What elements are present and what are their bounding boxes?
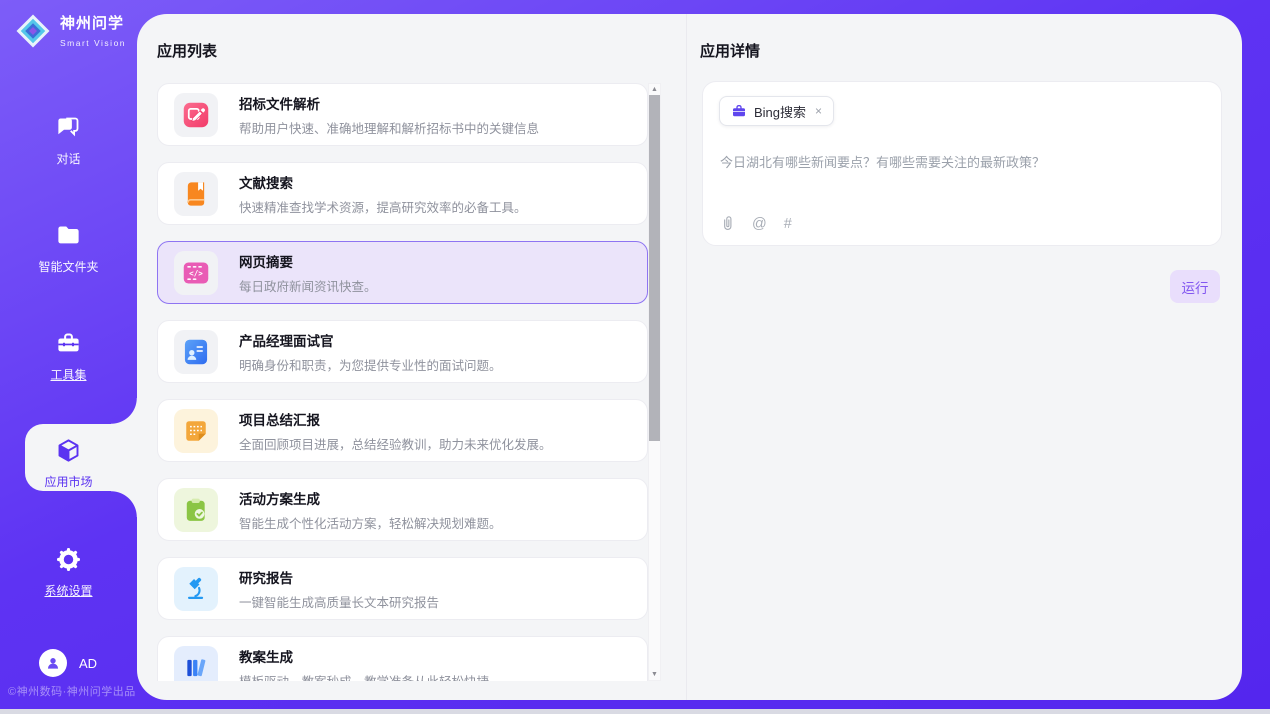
sticky-note-icon [174, 409, 218, 453]
app-card-lesson-plan[interactable]: 教案生成 模板驱动，教案秒成，教学准备从此轻松快捷 [157, 636, 648, 681]
bottom-edge-strip [0, 709, 1270, 714]
briefcase-icon [731, 103, 747, 119]
app-name: 招标文件解析 [239, 93, 539, 113]
sidebar-item-toolbox[interactable]: 工具集 [0, 330, 137, 383]
app-card-web-summary[interactable]: </> 网页摘要 每日政府新闻资讯快查。 [157, 241, 648, 304]
sidebar-item-label: 系统设置 [0, 582, 137, 599]
book-icon [174, 172, 218, 216]
tool-tag-bing-search[interactable]: Bing搜索 × [719, 96, 834, 126]
app-desc: 智能生成个性化活动方案，轻松解决规划难题。 [239, 513, 502, 532]
sidebar-item-smart-folder[interactable]: 智能文件夹 [0, 222, 137, 275]
chat-icon [55, 114, 82, 141]
gear-icon [55, 546, 82, 573]
cube-icon [55, 437, 82, 464]
app-name: 教案生成 [239, 646, 489, 666]
user-account[interactable]: AD [39, 649, 97, 677]
app-name: 研究报告 [239, 567, 439, 587]
at-icon[interactable]: @ [752, 216, 767, 232]
app-card-event-plan[interactable]: 活动方案生成 智能生成个性化活动方案，轻松解决规划难题。 [157, 478, 648, 541]
app-name: 活动方案生成 [239, 488, 502, 508]
tool-tag-label: Bing搜索 [754, 102, 806, 121]
sidebar-item-settings[interactable]: 系统设置 [0, 546, 137, 599]
brand: 神州问学 Smart Vision [13, 11, 137, 51]
paperclip-icon[interactable] [720, 215, 735, 232]
microscope-icon [174, 567, 218, 611]
app-desc: 一键智能生成高质量长文本研究报告 [239, 592, 439, 611]
clipboard-check-icon [174, 488, 218, 532]
brand-subtitle: Smart Vision [60, 38, 126, 48]
app-window: 神州问学 Smart Vision 对话 智能文件夹 [0, 0, 1270, 714]
app-name: 产品经理面试官 [239, 330, 502, 350]
toolbox-icon [55, 330, 82, 357]
app-desc: 帮助用户快速、准确地理解和解析招标书中的关键信息 [239, 118, 539, 137]
app-list: 招标文件解析 帮助用户快速、准确地理解和解析招标书中的关键信息 文献搜索 快速精… [157, 83, 648, 681]
edit-doc-icon [174, 93, 218, 137]
sidebar-item-label: 工具集 [0, 366, 137, 383]
sidebar-item-chat[interactable]: 对话 [0, 114, 137, 167]
tag-close-icon[interactable]: × [813, 104, 822, 118]
copyright-footer: ©神州数码·神州问学出品 [8, 683, 136, 699]
column-divider [686, 14, 687, 700]
app-desc: 快速精准查找学术资源，提高研究效率的必备工具。 [239, 197, 527, 216]
scrollbar-up-arrow-icon[interactable]: ▲ [649, 84, 660, 95]
app-desc: 模板驱动，教案秒成，教学准备从此轻松快捷 [239, 671, 489, 682]
user-initials: AD [79, 656, 97, 671]
app-detail-title: 应用详情 [700, 40, 760, 61]
brand-logo-icon [13, 11, 53, 51]
sidebar-item-label: 应用市场 [0, 473, 137, 490]
svg-text:</>: </> [189, 269, 203, 278]
app-card-project-summary[interactable]: 项目总结汇报 全面回顾项目进展，总结经验教训，助力未来优化发展。 [157, 399, 648, 462]
folder-icon [55, 222, 82, 249]
app-name: 网页摘要 [239, 251, 377, 271]
sidebar-item-app-market[interactable]: 应用市场 [0, 437, 137, 490]
sidebar: 神州问学 Smart Vision 对话 智能文件夹 [0, 0, 137, 714]
app-detail-card: Bing搜索 × 今日湖北有哪些新闻要点？有哪些需要关注的最新政策？ @ # [702, 81, 1222, 246]
books-icon [174, 646, 218, 682]
app-card-pm-interviewer[interactable]: 产品经理面试官 明确身份和职责，为您提供专业性的面试问题。 [157, 320, 648, 383]
scrollbar-down-arrow-icon[interactable]: ▼ [649, 669, 660, 680]
run-button[interactable]: 运行 [1170, 270, 1220, 303]
sidebar-item-label: 智能文件夹 [0, 258, 137, 275]
app-list-scrollbar[interactable]: ▲ ▼ [648, 83, 661, 681]
resume-icon [174, 330, 218, 374]
sidebar-item-label: 对话 [0, 150, 137, 167]
scrollbar-thumb[interactable] [649, 95, 660, 441]
app-name: 项目总结汇报 [239, 409, 552, 429]
hash-icon[interactable]: # [784, 216, 792, 232]
app-name: 文献搜索 [239, 172, 527, 192]
app-card-literature-search[interactable]: 文献搜索 快速精准查找学术资源，提高研究效率的必备工具。 [157, 162, 648, 225]
query-text[interactable]: 今日湖北有哪些新闻要点？有哪些需要关注的最新政策？ [720, 152, 1190, 171]
brand-name: 神州问学 [60, 15, 124, 32]
app-desc: 全面回顾项目进展，总结经验教训，助力未来优化发展。 [239, 434, 552, 453]
app-card-bid-parse[interactable]: 招标文件解析 帮助用户快速、准确地理解和解析招标书中的关键信息 [157, 83, 648, 146]
app-desc: 明确身份和职责，为您提供专业性的面试问题。 [239, 355, 502, 374]
avatar [39, 649, 67, 677]
app-card-research-report[interactable]: 研究报告 一键智能生成高质量长文本研究报告 [157, 557, 648, 620]
browser-code-icon: </> [174, 251, 218, 295]
app-desc: 每日政府新闻资讯快查。 [239, 276, 377, 295]
app-list-title: 应用列表 [157, 40, 217, 61]
main-panel: 应用列表 应用详情 招标文件解析 帮助用户快速、准确地理 [137, 14, 1242, 700]
